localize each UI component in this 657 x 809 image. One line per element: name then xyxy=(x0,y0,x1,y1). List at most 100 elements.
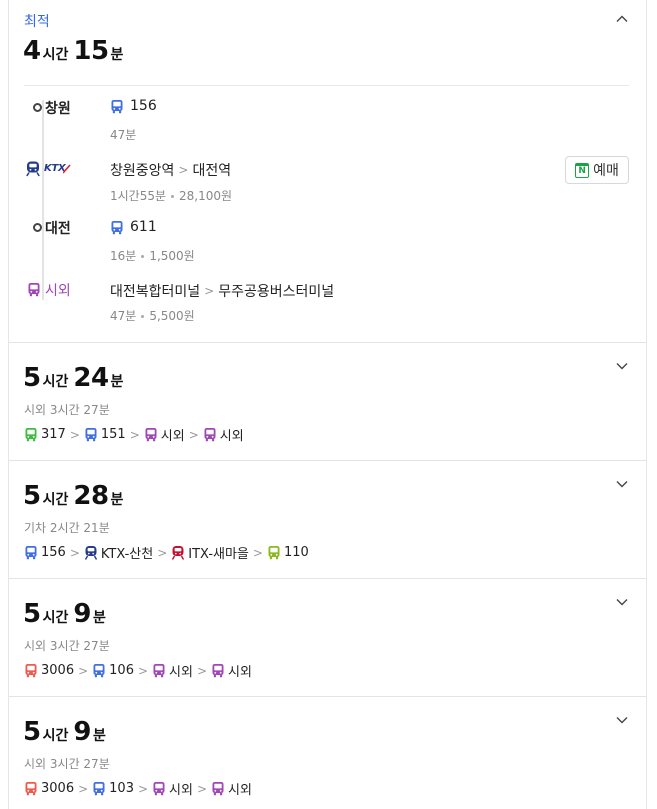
chevron-down-icon[interactable] xyxy=(616,478,628,490)
step-label: 3006 xyxy=(41,781,75,796)
red-bus-icon xyxy=(24,781,38,796)
route-steps: 156 > KTX-산천 > ITX-새마을 > 110 xyxy=(24,543,309,562)
step-label: 151 xyxy=(100,427,126,442)
intercity-bus-icon xyxy=(211,663,225,678)
step-label: ITX-새마을 xyxy=(188,547,249,562)
step-label: 106 xyxy=(109,663,134,678)
stop-name: 대전 xyxy=(45,221,71,237)
intercity-bus-icon xyxy=(211,781,225,796)
route-summary: 시외 3시간 27분 xyxy=(24,757,110,771)
route-timeline xyxy=(42,100,44,300)
step-label: 시외 xyxy=(160,429,185,444)
alt-route-card[interactable]: 5 시간 24 분 시외 3시간 27분 317 > 151 > 시외 > 시외 xyxy=(9,343,646,461)
chevron-right-icon: > xyxy=(157,545,168,560)
book-ticket-button[interactable]: N 예매 xyxy=(565,156,629,184)
arrival-terminal: 무주공용버스터미널 xyxy=(218,284,335,300)
chevron-right-icon: > xyxy=(69,545,80,560)
step-label: 110 xyxy=(283,545,309,560)
bus-icon xyxy=(110,99,124,114)
bus-line-number: 156 xyxy=(130,98,157,114)
route-duration: 4 시간 15 분 xyxy=(23,36,124,66)
route-summary: 기차 2시간 21분 xyxy=(24,521,110,535)
step-label: 시외 xyxy=(228,783,252,798)
alt-route-card[interactable]: 5 시간 9 분 시외 3시간 27분 3006 > 103 > 시외 > 시외 xyxy=(9,697,646,809)
step-label: 시외 xyxy=(169,783,193,798)
alt-route-card[interactable]: 5 시간 28 분 기차 2시간 21분 156 > KTX-산천 > ITX-새마을… xyxy=(9,461,646,579)
step-label: 시외 xyxy=(169,665,193,680)
divider xyxy=(24,85,629,86)
circle-dot-icon xyxy=(29,218,45,236)
leg-train[interactable]: 창원중앙역 > 대전역 xyxy=(110,160,231,180)
step-label: 시외 xyxy=(219,429,244,444)
best-route-label: 최적 xyxy=(24,14,50,30)
bus-icon xyxy=(24,545,38,560)
route-duration: 5 시간 24 분 xyxy=(23,363,124,393)
intercity-bus-icon xyxy=(26,280,42,298)
route-duration: 5 시간 28 분 xyxy=(23,481,124,511)
chevron-down-icon[interactable] xyxy=(616,360,628,372)
red-bus-icon xyxy=(24,663,38,678)
chevron-right-icon: > xyxy=(137,781,149,796)
ktx-logo-icon: KTX xyxy=(25,160,71,177)
chevron-right-icon: > xyxy=(178,163,189,177)
leg-detail: 47분 5,500원 xyxy=(110,309,195,323)
itx-train-icon xyxy=(171,545,185,560)
bus-icon xyxy=(110,220,124,235)
intercity-bus-icon xyxy=(144,427,158,442)
route-summary: 시외 3시간 27분 xyxy=(24,639,110,653)
chevron-right-icon: > xyxy=(196,663,208,678)
step-label: 317 xyxy=(41,427,66,442)
arrival-station: 대전역 xyxy=(192,163,232,179)
route-duration: 5 시간 9 분 xyxy=(23,599,106,629)
leg-bus[interactable]: 156 xyxy=(110,98,157,114)
stop-name: 시외 xyxy=(45,283,71,299)
route-summary: 시외 3시간 27분 xyxy=(24,403,110,417)
bus-icon xyxy=(84,427,98,442)
green-bus-icon xyxy=(24,427,38,442)
stop-name: 창원 xyxy=(45,101,71,117)
departure-station: 창원중앙역 xyxy=(110,163,175,179)
route-steps: 3006 > 103 > 시외 > 시외 xyxy=(24,779,252,798)
ktx-train-icon xyxy=(84,545,98,560)
chevron-down-icon[interactable] xyxy=(616,714,628,726)
chevron-right-icon: > xyxy=(188,427,199,442)
leg-detail: 1시간55분 28,100원 xyxy=(110,189,233,203)
route-steps: 317 > 151 > 시외 > 시외 xyxy=(24,425,244,444)
chevron-right-icon: > xyxy=(69,427,80,442)
route-results-list: 최적 4 시간 15 분 창원 156 47분 KTX 창원중앙역 > 대전역 1시간 xyxy=(8,0,647,809)
chevron-right-icon: > xyxy=(204,284,215,298)
intercity-bus-icon xyxy=(152,781,166,796)
intercity-bus-icon xyxy=(152,663,166,678)
ktx-logo-text: KTX xyxy=(44,163,66,174)
chevron-right-icon: > xyxy=(252,545,263,560)
chevron-right-icon: > xyxy=(78,781,89,796)
chevron-right-icon: > xyxy=(129,427,140,442)
best-route-card[interactable]: 최적 4 시간 15 분 창원 156 47분 KTX 창원중앙역 > 대전역 1시간 xyxy=(9,0,646,343)
step-label: 3006 xyxy=(41,663,75,678)
step-label: 156 xyxy=(41,545,66,560)
leg-intercity-bus[interactable]: 대전복합터미널 > 무주공용버스터미널 xyxy=(110,281,334,301)
leg-bus[interactable]: 611 xyxy=(110,219,157,235)
step-label: 103 xyxy=(109,781,134,796)
step-label: KTX-산천 xyxy=(100,547,154,562)
book-ticket-label: 예매 xyxy=(593,163,619,179)
departure-terminal: 대전복합터미널 xyxy=(110,284,201,300)
chevron-up-icon[interactable] xyxy=(616,13,628,25)
chevron-right-icon: > xyxy=(137,663,149,678)
step-label: 시외 xyxy=(228,665,252,680)
bus-line-number: 611 xyxy=(130,219,157,235)
alt-route-card[interactable]: 5 시간 9 분 시외 3시간 27분 3006 > 106 > 시외 > 시외 xyxy=(9,579,646,697)
route-steps: 3006 > 106 > 시외 > 시외 xyxy=(24,661,252,680)
lime-bus-icon xyxy=(267,545,281,560)
chevron-right-icon: > xyxy=(196,781,208,796)
circle-dot-icon xyxy=(29,98,45,116)
naver-calendar-icon: N xyxy=(575,162,590,178)
bus-icon xyxy=(92,781,106,796)
bus-icon xyxy=(92,663,106,678)
chevron-down-icon[interactable] xyxy=(616,596,628,608)
leg-detail: 16분 1,500원 xyxy=(110,249,195,263)
intercity-bus-icon xyxy=(203,427,217,442)
chevron-right-icon: > xyxy=(78,663,89,678)
leg-detail: 47분 xyxy=(110,128,137,142)
route-duration: 5 시간 9 분 xyxy=(23,717,106,747)
